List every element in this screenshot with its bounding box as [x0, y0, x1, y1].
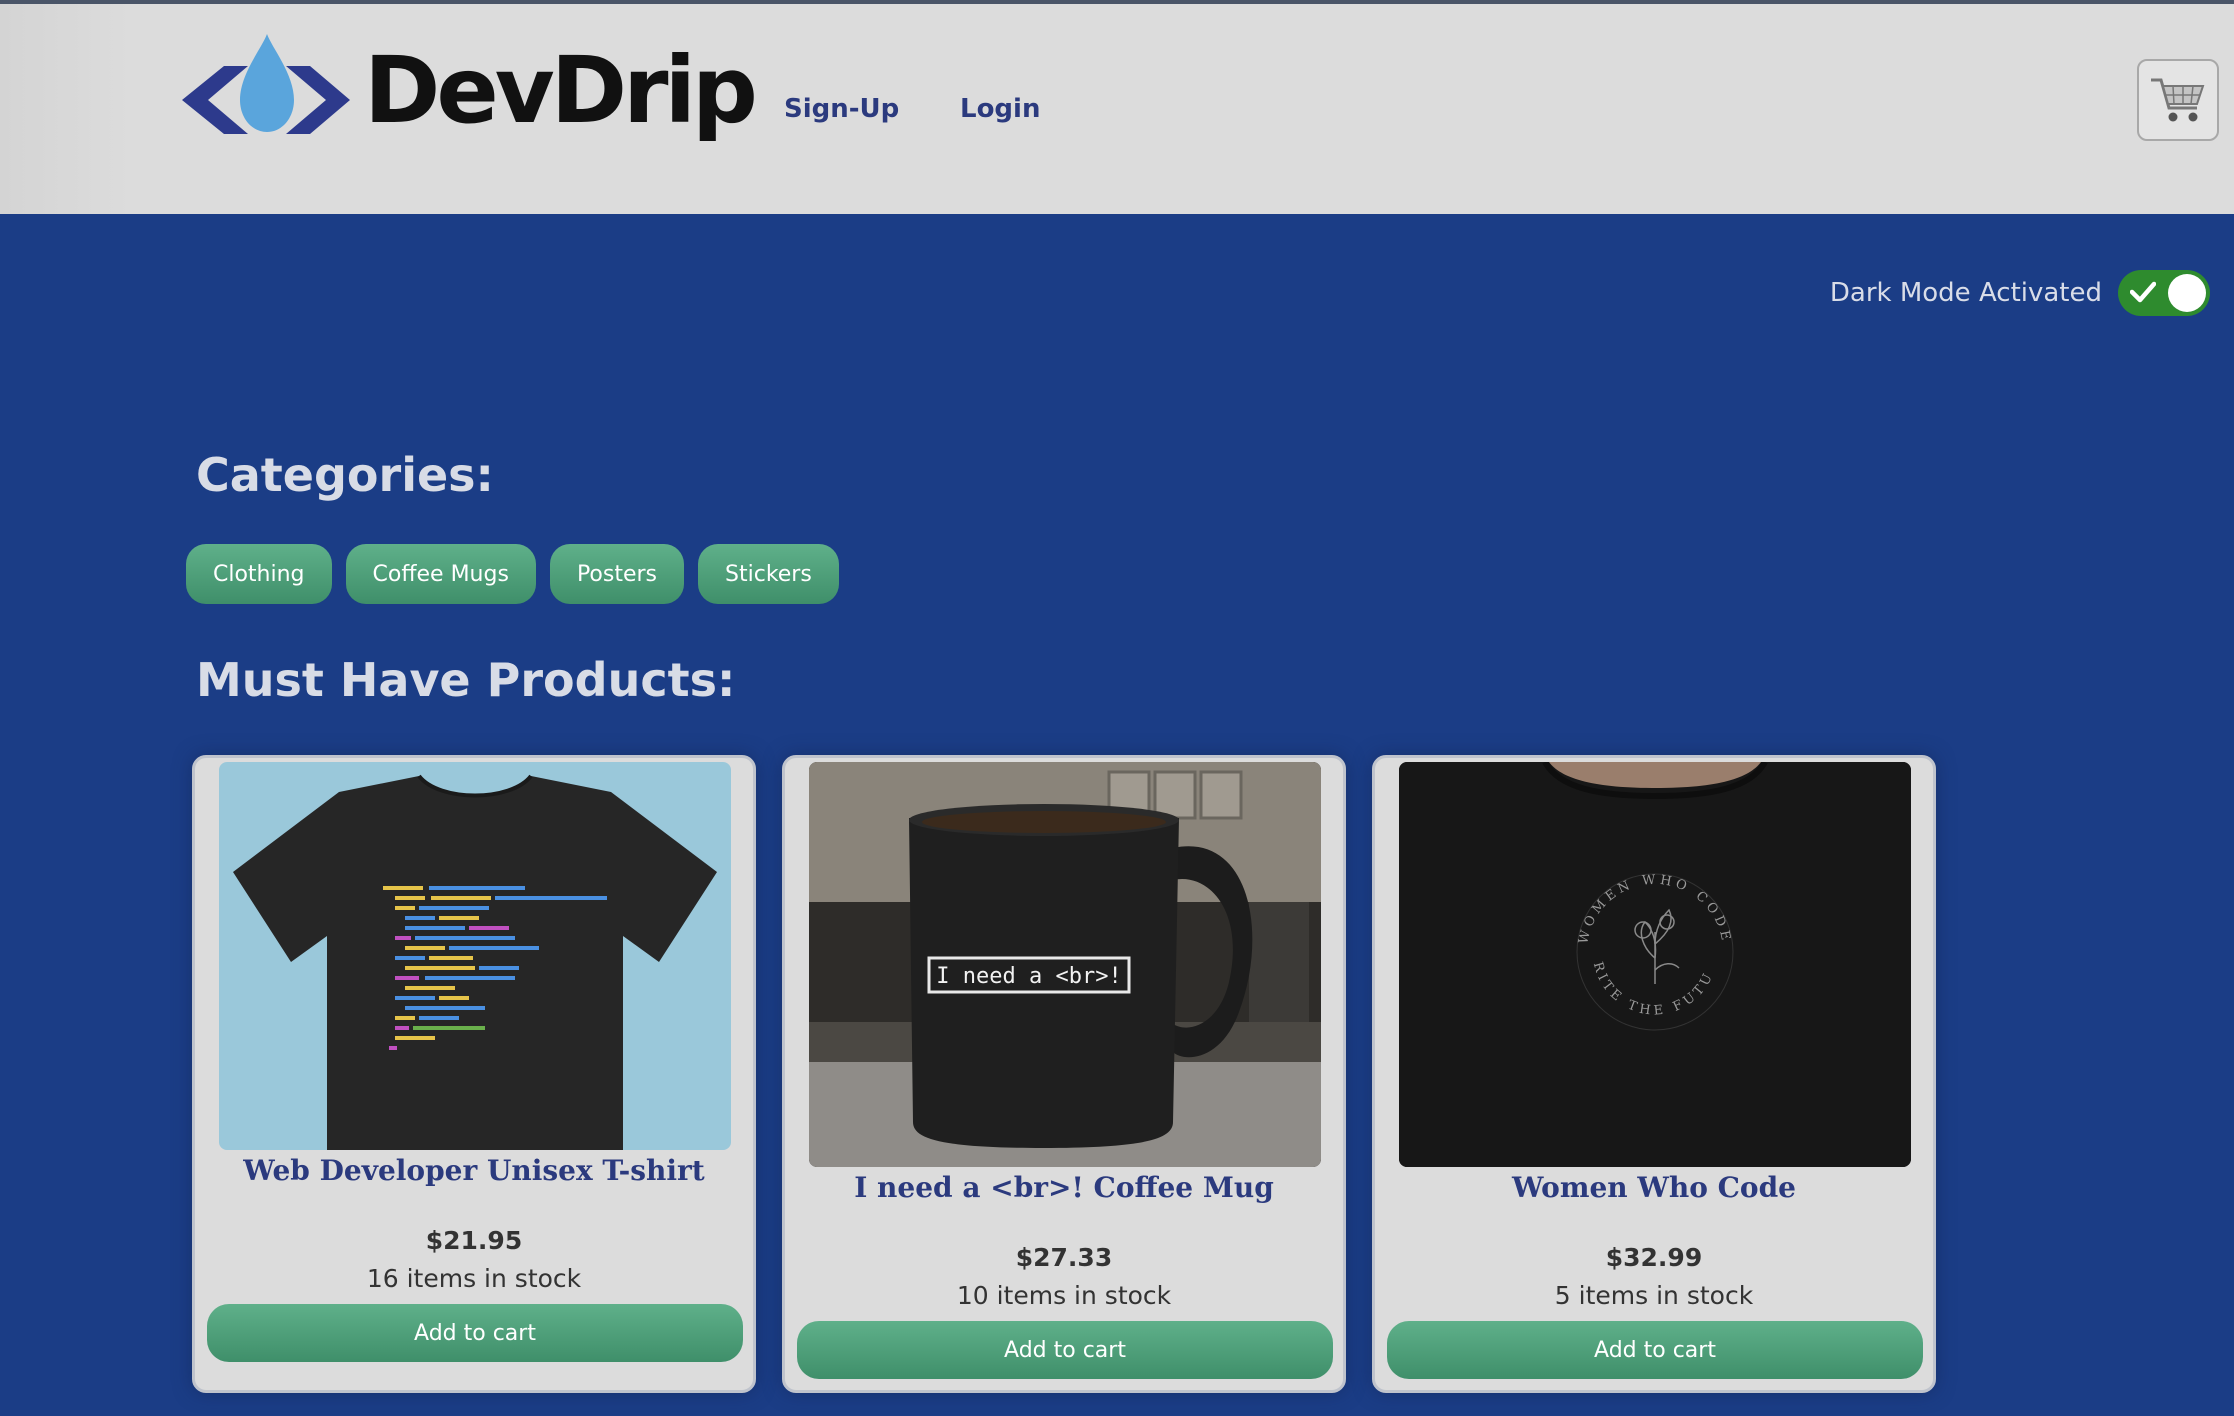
add-to-cart-button[interactable]: Add to cart — [207, 1304, 743, 1362]
product-price: $21.95 — [425, 1226, 523, 1255]
category-buttons: Clothing Coffee Mugs Posters Stickers — [186, 544, 839, 604]
category-stickers-button[interactable]: Stickers — [698, 544, 839, 604]
toggle-knob — [2168, 274, 2206, 312]
category-coffee-mugs-button[interactable]: Coffee Mugs — [345, 544, 536, 604]
mug-product-image[interactable]: I need a <br>! — [809, 762, 1321, 1167]
cart-button[interactable] — [2137, 59, 2219, 141]
product-name[interactable]: Web Developer Unisex T-shirt — [195, 1154, 753, 1187]
product-stock: 5 items in stock — [1554, 1281, 1754, 1310]
product-card: WOMEN WHO CODE WRITE THE FUTURE Women Wh… — [1372, 755, 1936, 1393]
mug-print-text: I need a <br>! — [936, 964, 1121, 989]
add-to-cart-button[interactable]: Add to cart — [1387, 1321, 1923, 1379]
product-price: $32.99 — [1605, 1243, 1703, 1272]
dark-mode-toggle[interactable] — [2118, 270, 2210, 316]
dark-mode-control: Dark Mode Activated — [1830, 270, 2210, 316]
category-clothing-button[interactable]: Clothing — [186, 544, 332, 604]
add-to-cart-button[interactable]: Add to cart — [797, 1321, 1333, 1379]
category-posters-button[interactable]: Posters — [549, 544, 685, 604]
categories-title: Categories: — [196, 448, 494, 502]
brand-name: DevDrip — [364, 37, 758, 144]
products-title: Must Have Products: — [196, 653, 736, 707]
nav-signup-link[interactable]: Sign-Up — [784, 94, 899, 124]
tshirt-product-image[interactable] — [219, 762, 731, 1150]
checkmark-icon — [2130, 281, 2156, 303]
shopping-cart-icon — [2151, 78, 2205, 122]
product-stock: 16 items in stock — [366, 1264, 582, 1293]
dark-mode-label: Dark Mode Activated — [1829, 278, 2102, 308]
product-price: $27.33 — [1015, 1243, 1113, 1272]
site-header: DevDrip Sign-Up Login — [0, 4, 2234, 214]
sweatshirt-product-image[interactable]: WOMEN WHO CODE WRITE THE FUTURE — [1399, 762, 1911, 1167]
product-name[interactable]: I need a <br>! Coffee Mug — [785, 1171, 1343, 1204]
product-card: I need a <br>! I need a <br>! Coffee Mug… — [782, 755, 1346, 1393]
nav-login-link[interactable]: Login — [960, 94, 1040, 124]
product-name[interactable]: Women Who Code — [1375, 1171, 1933, 1204]
product-card: Web Developer Unisex T-shirt $21.95 16 i… — [192, 755, 756, 1393]
product-stock: 10 items in stock — [956, 1281, 1172, 1310]
